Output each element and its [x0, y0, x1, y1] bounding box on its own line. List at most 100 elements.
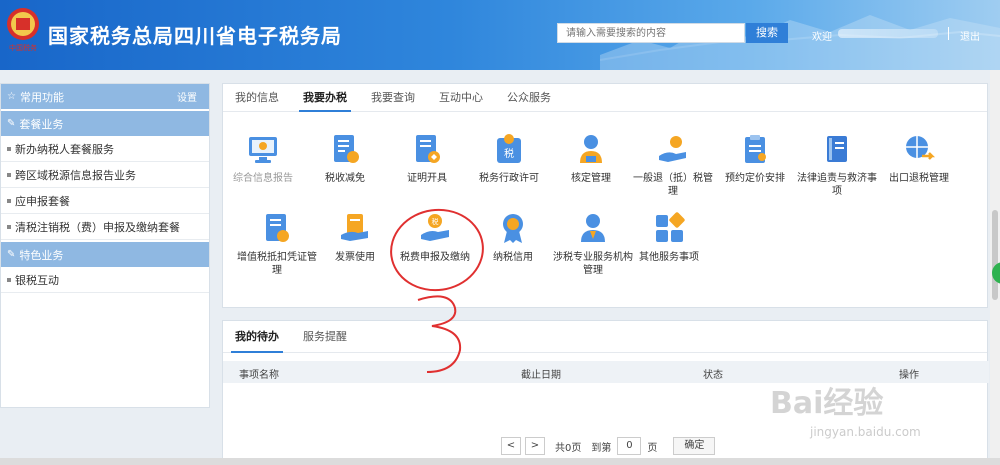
tile-label: 法律追责与救济事项 [797, 173, 877, 197]
sidebar-common-label: 常用功能 [19, 90, 64, 104]
bullet-icon [7, 146, 11, 151]
sidebar-item-label: 清税注销税（费）申报及缴纳套餐 [15, 220, 180, 234]
sidebar-section-label: 特色业务 [19, 248, 64, 262]
tile-label: 发票使用 [335, 252, 375, 263]
tile-tax-permit[interactable]: 税 税务行政许可 [469, 132, 549, 185]
bullet-icon [7, 172, 11, 177]
search-input[interactable] [557, 23, 745, 43]
sidebar: ☆ 常用功能 设置 ✎ 套餐业务 新办纳税人套餐服务 跨区域税源信息报告业务 应… [0, 83, 210, 408]
bullet-icon [7, 277, 11, 282]
services-panel: 我的信息 我要办税 我要查询 互动中心 公众服务 综合信息报告 税收减免 证明开… [222, 83, 988, 308]
tile-legal[interactable]: 法律追责与救济事项 [797, 132, 877, 198]
tile-label: 一般退（抵）税管理 [633, 173, 713, 197]
page-number-input[interactable]: 0 [617, 437, 642, 455]
tile-label: 涉税专业服务机构管理 [553, 252, 633, 276]
tile-pricing[interactable]: 预约定价安排 [715, 132, 795, 185]
tile-refund[interactable]: 一般退（抵）税管理 [633, 132, 713, 198]
next-page-button[interactable]: > [525, 437, 545, 455]
tile-label: 出口退税管理 [889, 173, 949, 184]
certificate-icon [416, 135, 440, 163]
grid-blocks-icon [656, 212, 685, 242]
watermark-logo: Bai经验 [770, 386, 884, 421]
tab-interaction[interactable]: 互动中心 [431, 84, 491, 111]
sidebar-common-header[interactable]: ☆ 常用功能 设置 [1, 84, 209, 109]
tile-label: 其他服务事项 [639, 252, 699, 263]
username-blurred [838, 29, 938, 38]
scrollbar-thumb[interactable] [992, 210, 998, 300]
column-header: 操作 [899, 370, 919, 381]
confirm-button[interactable]: 确定 [673, 437, 716, 455]
tile-invoice[interactable]: 发票使用 [315, 211, 395, 264]
tile-label: 增值税抵扣凭证管理 [237, 252, 317, 276]
sidebar-item-label: 应申报套餐 [15, 194, 70, 208]
sidebar-section-feature[interactable]: ✎ 特色业务 [1, 242, 209, 267]
tax-pay-hand-icon: 税 [421, 214, 449, 241]
svg-text:税: 税 [504, 147, 514, 160]
main-tabs: 我的信息 我要办税 我要查询 互动中心 公众服务 [223, 84, 987, 112]
tile-label: 证明开具 [407, 173, 447, 184]
tile-other-services[interactable]: 其他服务事项 [629, 211, 709, 264]
tile-verify-manage[interactable]: 核定管理 [551, 132, 631, 185]
pagination: < > 共0页 到第 0 页 确定 [501, 436, 716, 456]
goto-label: 到第 [591, 442, 612, 454]
service-grid: 综合信息报告 税收减免 证明开具 税 税务行政许可 核定管理 一般退（抵）税管理… [223, 114, 989, 309]
sidebar-section-package[interactable]: ✎ 套餐业务 [1, 111, 209, 136]
tile-agency-manage[interactable]: 涉税专业服务机构管理 [553, 211, 633, 277]
globe-arrow-icon [906, 136, 936, 160]
logout-link[interactable]: 退出 [960, 28, 980, 43]
tile-label: 核定管理 [571, 173, 611, 184]
top-header: 中国税务 国家税务总局四川省电子税务局 搜索 欢迎 退出 [0, 0, 1000, 70]
sidebar-item-label: 新办纳税人套餐服务 [15, 142, 114, 156]
column-header: 状态 [703, 370, 723, 381]
vat-document-icon [266, 214, 289, 242]
watermark-url: jingyan.baidu.com [810, 425, 921, 439]
medal-icon [503, 214, 523, 243]
sidebar-item-label: 银税互动 [15, 273, 59, 287]
sidebar-item-deregistration[interactable]: 清税注销税（费）申报及缴纳套餐 [1, 214, 209, 240]
tax-emblem-icon: 中国税务 [7, 8, 39, 52]
tile-info-report[interactable]: 综合信息报告 [223, 132, 303, 185]
site-title: 国家税务总局四川省电子税务局 [48, 24, 342, 48]
sidebar-item-new-taxpayer[interactable]: 新办纳税人套餐服务 [1, 136, 209, 162]
tab-my-todo[interactable]: 我的待办 [227, 321, 287, 353]
sidebar-item-bank-tax[interactable]: 银税互动 [1, 267, 209, 293]
monitor-icon [249, 137, 277, 163]
header-divider [948, 27, 949, 40]
tile-tax-reduction[interactable]: 税收减免 [305, 132, 385, 185]
tab-query[interactable]: 我要查询 [363, 84, 423, 111]
tile-label: 纳税信用 [493, 252, 533, 263]
star-icon: ☆ [7, 91, 16, 102]
sidebar-section-label: 套餐业务 [19, 117, 64, 131]
person-verify-icon [580, 135, 602, 163]
invoice-hand-icon [341, 214, 368, 241]
bullet-icon [7, 224, 11, 229]
refund-hand-icon [659, 136, 686, 162]
tile-label: 税费申报及缴纳 [400, 252, 470, 263]
tab-my-info[interactable]: 我的信息 [227, 84, 287, 111]
prev-page-button[interactable]: < [501, 437, 521, 455]
tile-label: 综合信息报告 [233, 173, 293, 184]
tile-vat-voucher[interactable]: 增值税抵扣凭证管理 [237, 211, 317, 277]
tab-do-tax[interactable]: 我要办税 [295, 84, 355, 112]
page-unit-label: 页 [647, 442, 658, 454]
pencil-icon: ✎ [7, 249, 16, 260]
clipboard-icon [745, 135, 766, 163]
tile-export-refund[interactable]: 出口退税管理 [879, 132, 959, 185]
pencil-icon: ✎ [7, 118, 16, 129]
settings-link[interactable]: 设置 [177, 89, 197, 104]
sidebar-item-cross-region[interactable]: 跨区域税源信息报告业务 [1, 162, 209, 188]
tile-label: 税收减免 [325, 173, 365, 184]
search-button[interactable]: 搜索 [746, 23, 788, 43]
column-header: 截止日期 [521, 370, 561, 381]
column-header: 事项名称 [239, 370, 279, 381]
tile-tax-declare-pay[interactable]: 税 税费申报及缴纳 [395, 211, 475, 264]
sidebar-item-declaration[interactable]: 应申报套餐 [1, 188, 209, 214]
total-pages: 共0页 [555, 442, 582, 454]
tab-public-service[interactable]: 公众服务 [499, 84, 559, 111]
tab-service-reminder[interactable]: 服务提醒 [295, 321, 355, 352]
law-book-icon [827, 136, 847, 162]
browser-status-bar [0, 458, 1000, 465]
tile-label: 预约定价安排 [725, 173, 785, 184]
tile-tax-credit[interactable]: 纳税信用 [473, 211, 553, 264]
tile-certificate[interactable]: 证明开具 [387, 132, 467, 185]
